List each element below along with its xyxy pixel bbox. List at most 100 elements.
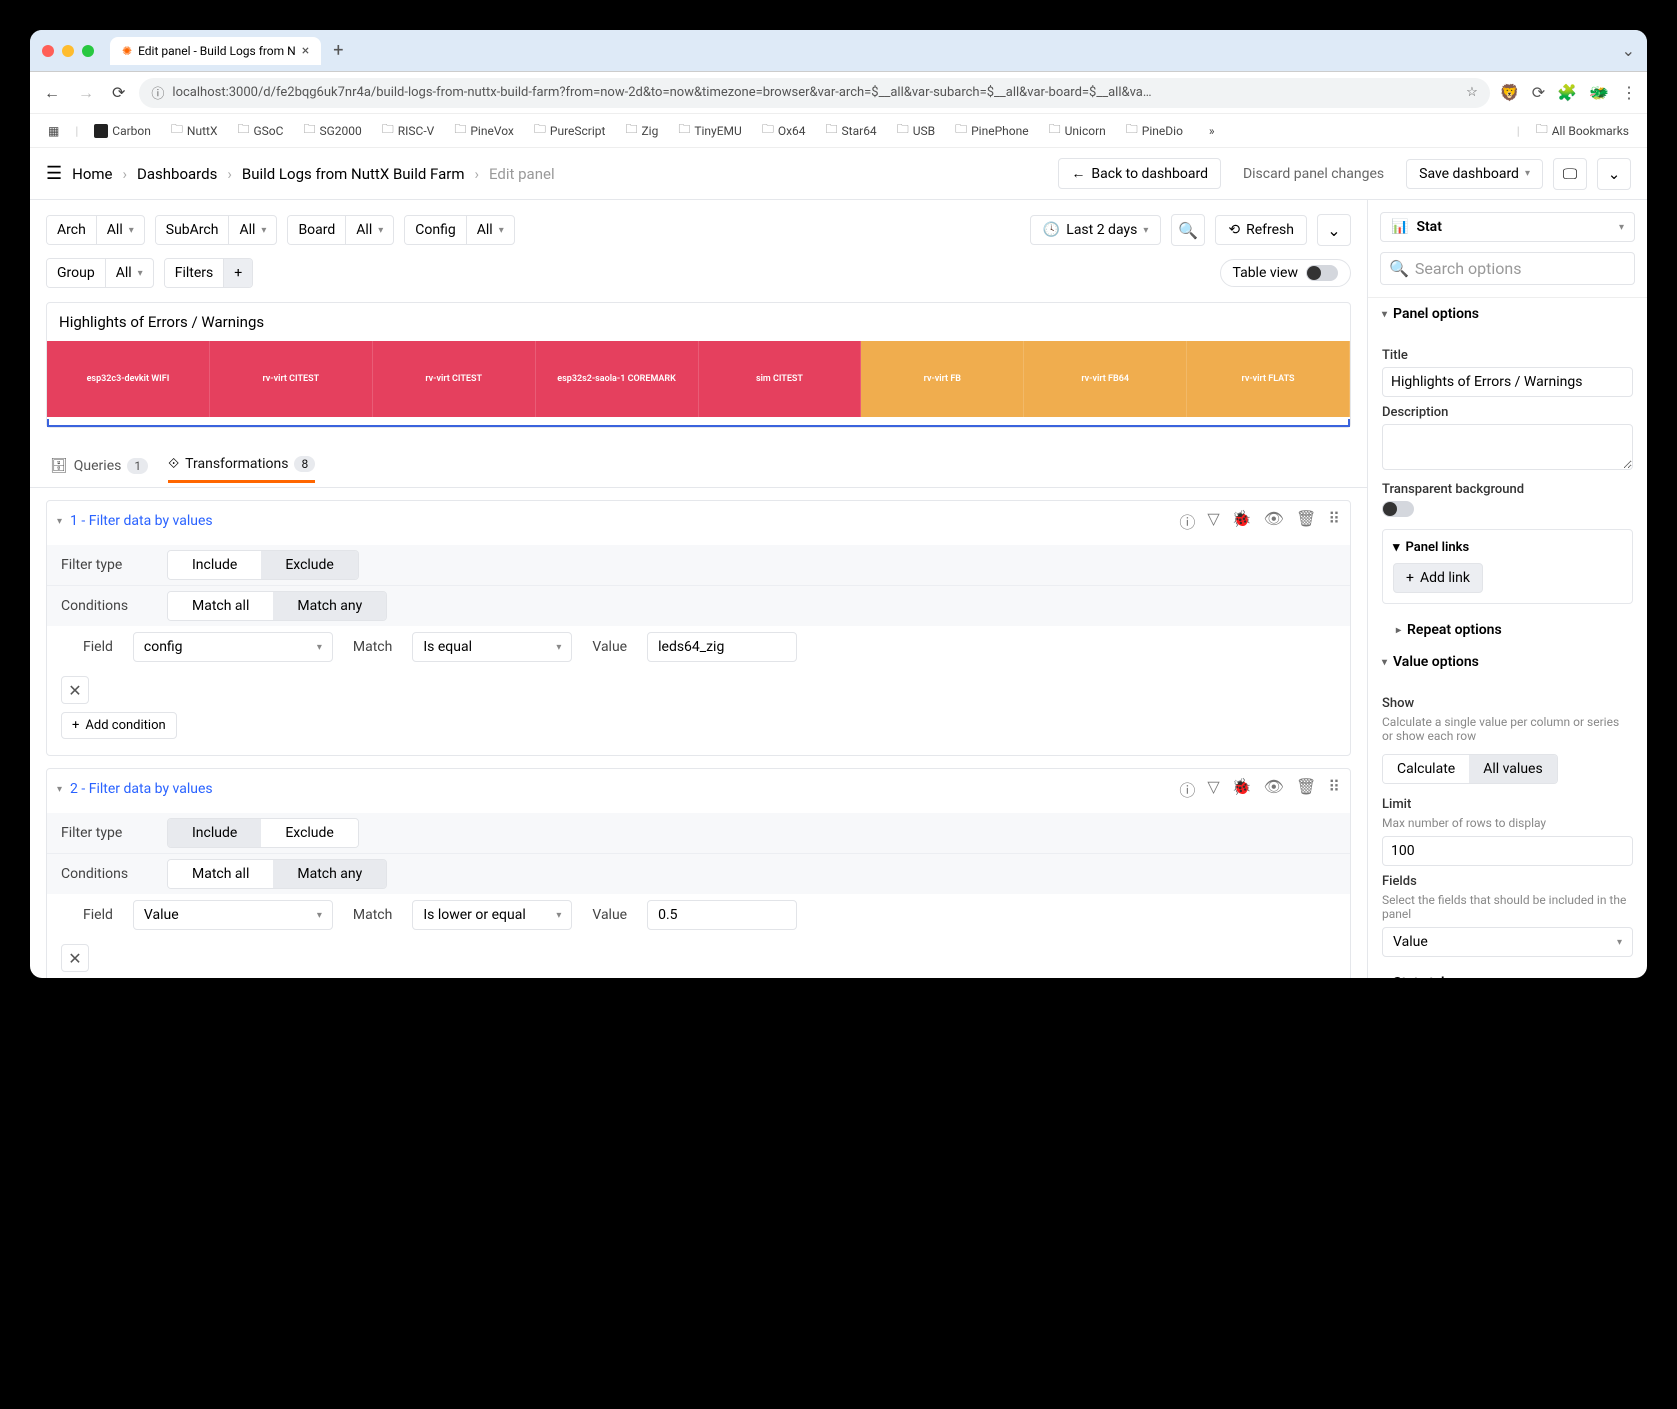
breadcrumb-dashboard[interactable]: Build Logs from NuttX Build Farm <box>242 165 465 183</box>
transformation-title[interactable]: 1 - Filter data by values <box>70 513 213 529</box>
breadcrumb-dashboards[interactable]: Dashboards <box>137 165 217 183</box>
match-all-button[interactable]: Match all <box>168 592 273 620</box>
title-input[interactable] <box>1382 367 1633 397</box>
new-tab-button[interactable]: + <box>325 36 351 65</box>
var-subarch[interactable]: SubArchAll▾ <box>155 215 278 245</box>
bookmark-item[interactable]: 🗀Zig <box>617 116 666 145</box>
description-input[interactable] <box>1382 424 1633 470</box>
delete-icon[interactable]: 🗑 <box>1296 509 1316 533</box>
match-select[interactable]: Is equal▾ <box>412 632 572 662</box>
table-view-toggle[interactable]: Table view <box>1220 259 1352 287</box>
nav-back-icon[interactable]: ← <box>40 79 64 107</box>
monitor-icon[interactable]: 🖵 <box>1553 158 1587 190</box>
remove-condition-button[interactable]: ✕ <box>61 944 89 972</box>
drag-handle-icon[interactable]: ⠿ <box>1328 777 1340 801</box>
visualization-picker[interactable]: 📊 Stat ▾ <box>1380 212 1635 242</box>
section-stat-styles[interactable]: ▾Stat styles <box>1368 967 1647 978</box>
var-filters[interactable]: Filters+ <box>164 258 253 288</box>
window-close-button[interactable] <box>42 45 54 57</box>
stat-card[interactable]: sim CITEST <box>699 341 862 417</box>
apps-icon[interactable]: ▦ <box>40 120 67 142</box>
field-select[interactable]: Value▾ <box>133 900 333 930</box>
filter-icon[interactable]: ▽ <box>1207 777 1219 801</box>
add-link-button[interactable]: +Add link <box>1393 563 1483 593</box>
nav-reload-icon[interactable]: ⟳ <box>108 79 129 106</box>
hide-icon[interactable]: 👁 <box>1264 509 1284 533</box>
bookmark-item[interactable]: 🗀PinePhone <box>947 116 1037 145</box>
delete-icon[interactable]: 🗑 <box>1296 777 1316 801</box>
bookmark-item[interactable]: Carbon <box>86 120 159 142</box>
conditions-segment[interactable]: Match all Match any <box>167 591 387 621</box>
var-arch[interactable]: ArchAll▾ <box>46 215 145 245</box>
profile-avatar[interactable]: 🐲 <box>1589 83 1609 102</box>
match-select[interactable]: Is lower or equal▾ <box>412 900 572 930</box>
extensions-icon[interactable]: 🧩 <box>1557 83 1577 102</box>
toggle-switch[interactable] <box>1306 265 1338 281</box>
transformation-title[interactable]: 2 - Filter data by values <box>70 781 213 797</box>
nav-forward-icon[interactable]: → <box>74 79 98 107</box>
url-input[interactable]: ⓘ localhost:3000/d/fe2bqg6uk7nr4a/build-… <box>139 78 1489 108</box>
site-info-icon[interactable]: ⓘ <box>151 83 164 102</box>
help-icon[interactable]: ⓘ <box>1179 777 1195 801</box>
panel-links-header[interactable]: ▾Panel links <box>1393 540 1622 555</box>
zoom-out-icon[interactable]: 🔍 <box>1171 214 1205 246</box>
bookmark-item[interactable]: 🗀SG2000 <box>295 116 369 145</box>
chevron-down-icon[interactable]: ⌄ <box>1597 158 1631 190</box>
conditions-segment[interactable]: Match all Match any <box>167 859 387 889</box>
bookmark-item[interactable]: 🗀PureScript <box>526 116 614 145</box>
section-value-options[interactable]: ▾Value options <box>1368 646 1647 678</box>
browser-tab[interactable]: ✺ Edit panel - Build Logs from N × <box>110 37 321 65</box>
var-config[interactable]: ConfigAll▾ <box>404 215 514 245</box>
filter-type-segment[interactable]: Include Exclude <box>167 818 359 848</box>
chevron-down-icon[interactable]: ▾ <box>57 784 62 795</box>
bookmark-item[interactable]: 🗀Ox64 <box>754 116 814 145</box>
refresh-interval-dropdown[interactable]: ⌄ <box>1317 214 1351 246</box>
bookmark-item[interactable]: 🗀Star64 <box>818 116 885 145</box>
chevron-down-icon[interactable]: ▾ <box>57 516 62 527</box>
include-button[interactable]: Include <box>168 551 261 579</box>
bookmark-item[interactable]: 🗀PineDio <box>1118 116 1191 145</box>
window-minimize-button[interactable] <box>62 45 74 57</box>
filter-type-segment[interactable]: Include Exclude <box>167 550 359 580</box>
remove-condition-button[interactable]: ✕ <box>61 676 89 704</box>
match-any-button[interactable]: Match any <box>273 860 386 888</box>
var-group[interactable]: GroupAll▾ <box>46 258 154 288</box>
stat-card[interactable]: rv-virt FB <box>861 341 1024 417</box>
bookmark-item[interactable]: 🗀TinyEMU <box>670 116 749 145</box>
tab-close-icon[interactable]: × <box>302 43 309 59</box>
show-allvalues-button[interactable]: All values <box>1469 755 1556 783</box>
stat-card[interactable]: rv-virt FB64 <box>1024 341 1187 417</box>
stat-card[interactable]: rv-virt CITEST <box>210 341 373 417</box>
stat-card[interactable]: rv-virt CITEST <box>373 341 536 417</box>
match-all-button[interactable]: Match all <box>168 860 273 888</box>
bookmark-star-icon[interactable]: ☆ <box>1466 85 1478 100</box>
stat-card[interactable]: rv-virt FLATS <box>1187 341 1350 417</box>
value-input[interactable]: 0.5 <box>647 900 797 930</box>
help-icon[interactable]: ⓘ <box>1179 509 1195 533</box>
match-any-button[interactable]: Match any <box>273 592 386 620</box>
search-options-input[interactable]: 🔍 Search options <box>1380 252 1635 285</box>
transparent-toggle[interactable] <box>1382 501 1414 517</box>
stat-card[interactable]: esp32c3-devkit WIFI <box>47 341 210 417</box>
section-panel-options[interactable]: ▾Panel options <box>1368 298 1647 330</box>
stat-card[interactable]: esp32s2-saola-1 COREMARK <box>536 341 699 417</box>
extension-reload-icon[interactable]: ⟳ <box>1532 83 1545 102</box>
filter-icon[interactable]: ▽ <box>1207 509 1219 533</box>
tab-transformations[interactable]: ⟐ Transformations 8 <box>168 448 315 483</box>
bookmark-item[interactable]: 🗀Unicorn <box>1041 116 1114 145</box>
var-board[interactable]: BoardAll▾ <box>287 215 394 245</box>
discard-changes-button[interactable]: Discard panel changes <box>1231 160 1396 188</box>
include-button[interactable]: Include <box>168 819 261 847</box>
show-segment[interactable]: Calculate All values <box>1382 754 1558 784</box>
bookmark-item[interactable]: 🗀USB <box>889 116 943 145</box>
limit-input[interactable] <box>1382 836 1633 866</box>
bookmark-item[interactable]: 🗀GSoC <box>229 116 291 145</box>
refresh-button[interactable]: ⟲Refresh <box>1215 215 1307 245</box>
exclude-button[interactable]: Exclude <box>261 819 358 847</box>
debug-icon[interactable]: 🐞 <box>1232 777 1252 801</box>
window-dropdown-icon[interactable]: ⌄ <box>1622 41 1635 60</box>
extension-brave-icon[interactable]: 🦁 <box>1500 83 1520 102</box>
bookmark-overflow-icon[interactable]: » <box>1201 120 1223 142</box>
browser-menu-icon[interactable]: ⋮ <box>1621 83 1637 102</box>
back-to-dashboard-button[interactable]: ←Back to dashboard <box>1058 158 1221 189</box>
